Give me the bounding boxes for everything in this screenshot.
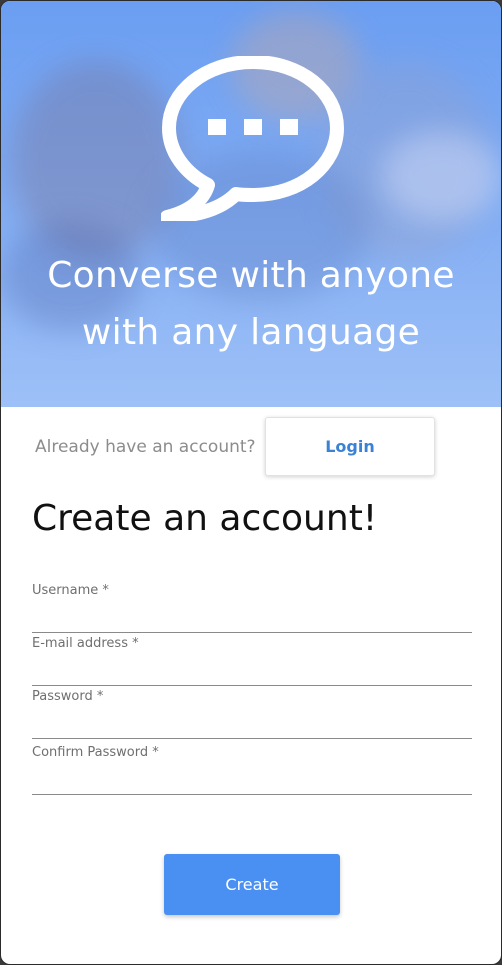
email-field: E-mail address * (32, 636, 472, 686)
username-field: Username * (32, 583, 472, 633)
username-label: Username * (32, 583, 109, 598)
hero-title-line-2: with any language (81, 312, 421, 353)
confirm-password-field: Confirm Password * (32, 745, 472, 795)
hero-photo-blur (381, 131, 501, 221)
email-input[interactable] (32, 657, 472, 686)
login-button[interactable]: Login (265, 417, 435, 476)
confirm-password-input[interactable] (32, 766, 472, 795)
hero-title-line-1: Converse with anyone (47, 255, 455, 296)
form-title: Create an account! (32, 498, 378, 539)
password-field: Password * (32, 689, 472, 739)
hero-title: Converse with anyone with any language (1, 247, 501, 361)
hero-banner: Converse with anyone with any language (1, 1, 501, 407)
username-input[interactable] (32, 604, 472, 633)
speech-bubble-ellipsis-icon (161, 56, 344, 221)
password-label: Password * (32, 689, 104, 704)
confirm-password-label: Confirm Password * (32, 745, 159, 760)
login-prompt-row: Already have an account? Login (1, 407, 501, 487)
email-label: E-mail address * (32, 636, 139, 651)
password-input[interactable] (32, 710, 472, 739)
already-have-account-text: Already have an account? (35, 437, 256, 457)
app-window: Converse with anyone with any language A… (0, 0, 502, 965)
create-account-button[interactable]: Create (164, 854, 340, 915)
